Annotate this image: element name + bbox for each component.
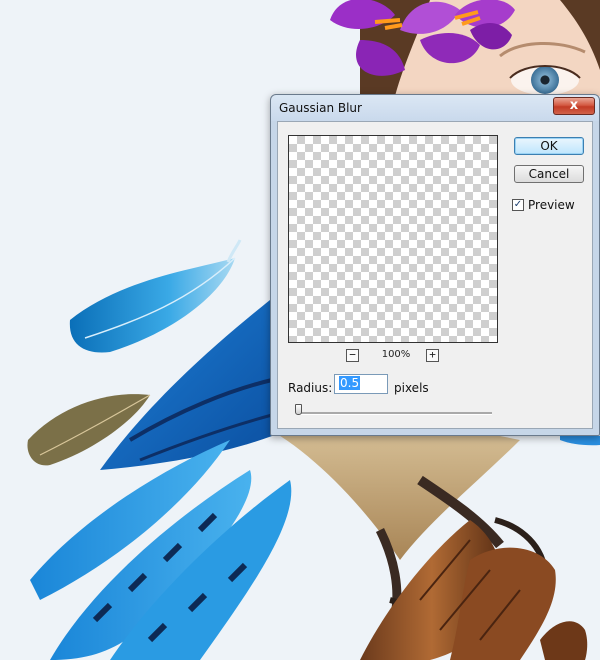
cancel-button[interactable]: Cancel xyxy=(514,165,584,183)
close-button[interactable]: x xyxy=(553,97,595,115)
radius-slider-thumb[interactable] xyxy=(294,404,302,415)
zoom-in-button[interactable]: + xyxy=(426,349,439,362)
radius-slider-track[interactable] xyxy=(296,412,492,415)
dialog-titlebar[interactable]: Gaussian Blur x xyxy=(271,95,599,121)
zoom-out-button[interactable]: − xyxy=(346,349,359,362)
dialog-title: Gaussian Blur xyxy=(279,101,362,115)
blur-preview-pane[interactable] xyxy=(288,135,498,343)
ok-button[interactable]: OK xyxy=(514,137,584,155)
dialog-body: − 100% + OK Cancel ✓ Preview Radius: 0.5… xyxy=(277,121,593,429)
radius-value: 0.5 xyxy=(339,376,361,390)
radius-input[interactable]: 0.5 xyxy=(334,374,388,394)
plus-icon: + xyxy=(429,348,436,361)
checkbox-check-icon[interactable]: ✓ xyxy=(512,199,524,211)
preview-checkbox[interactable]: ✓ Preview xyxy=(512,198,575,212)
zoom-level: 100% xyxy=(381,349,411,360)
radius-label: Radius: xyxy=(288,381,333,395)
units-label: pixels xyxy=(394,381,429,395)
preview-label: Preview xyxy=(528,198,575,212)
close-icon: x xyxy=(569,98,579,113)
gaussian-blur-dialog: Gaussian Blur x − 100% + OK Cancel ✓ Pre… xyxy=(270,94,600,436)
minus-icon: − xyxy=(349,348,356,361)
